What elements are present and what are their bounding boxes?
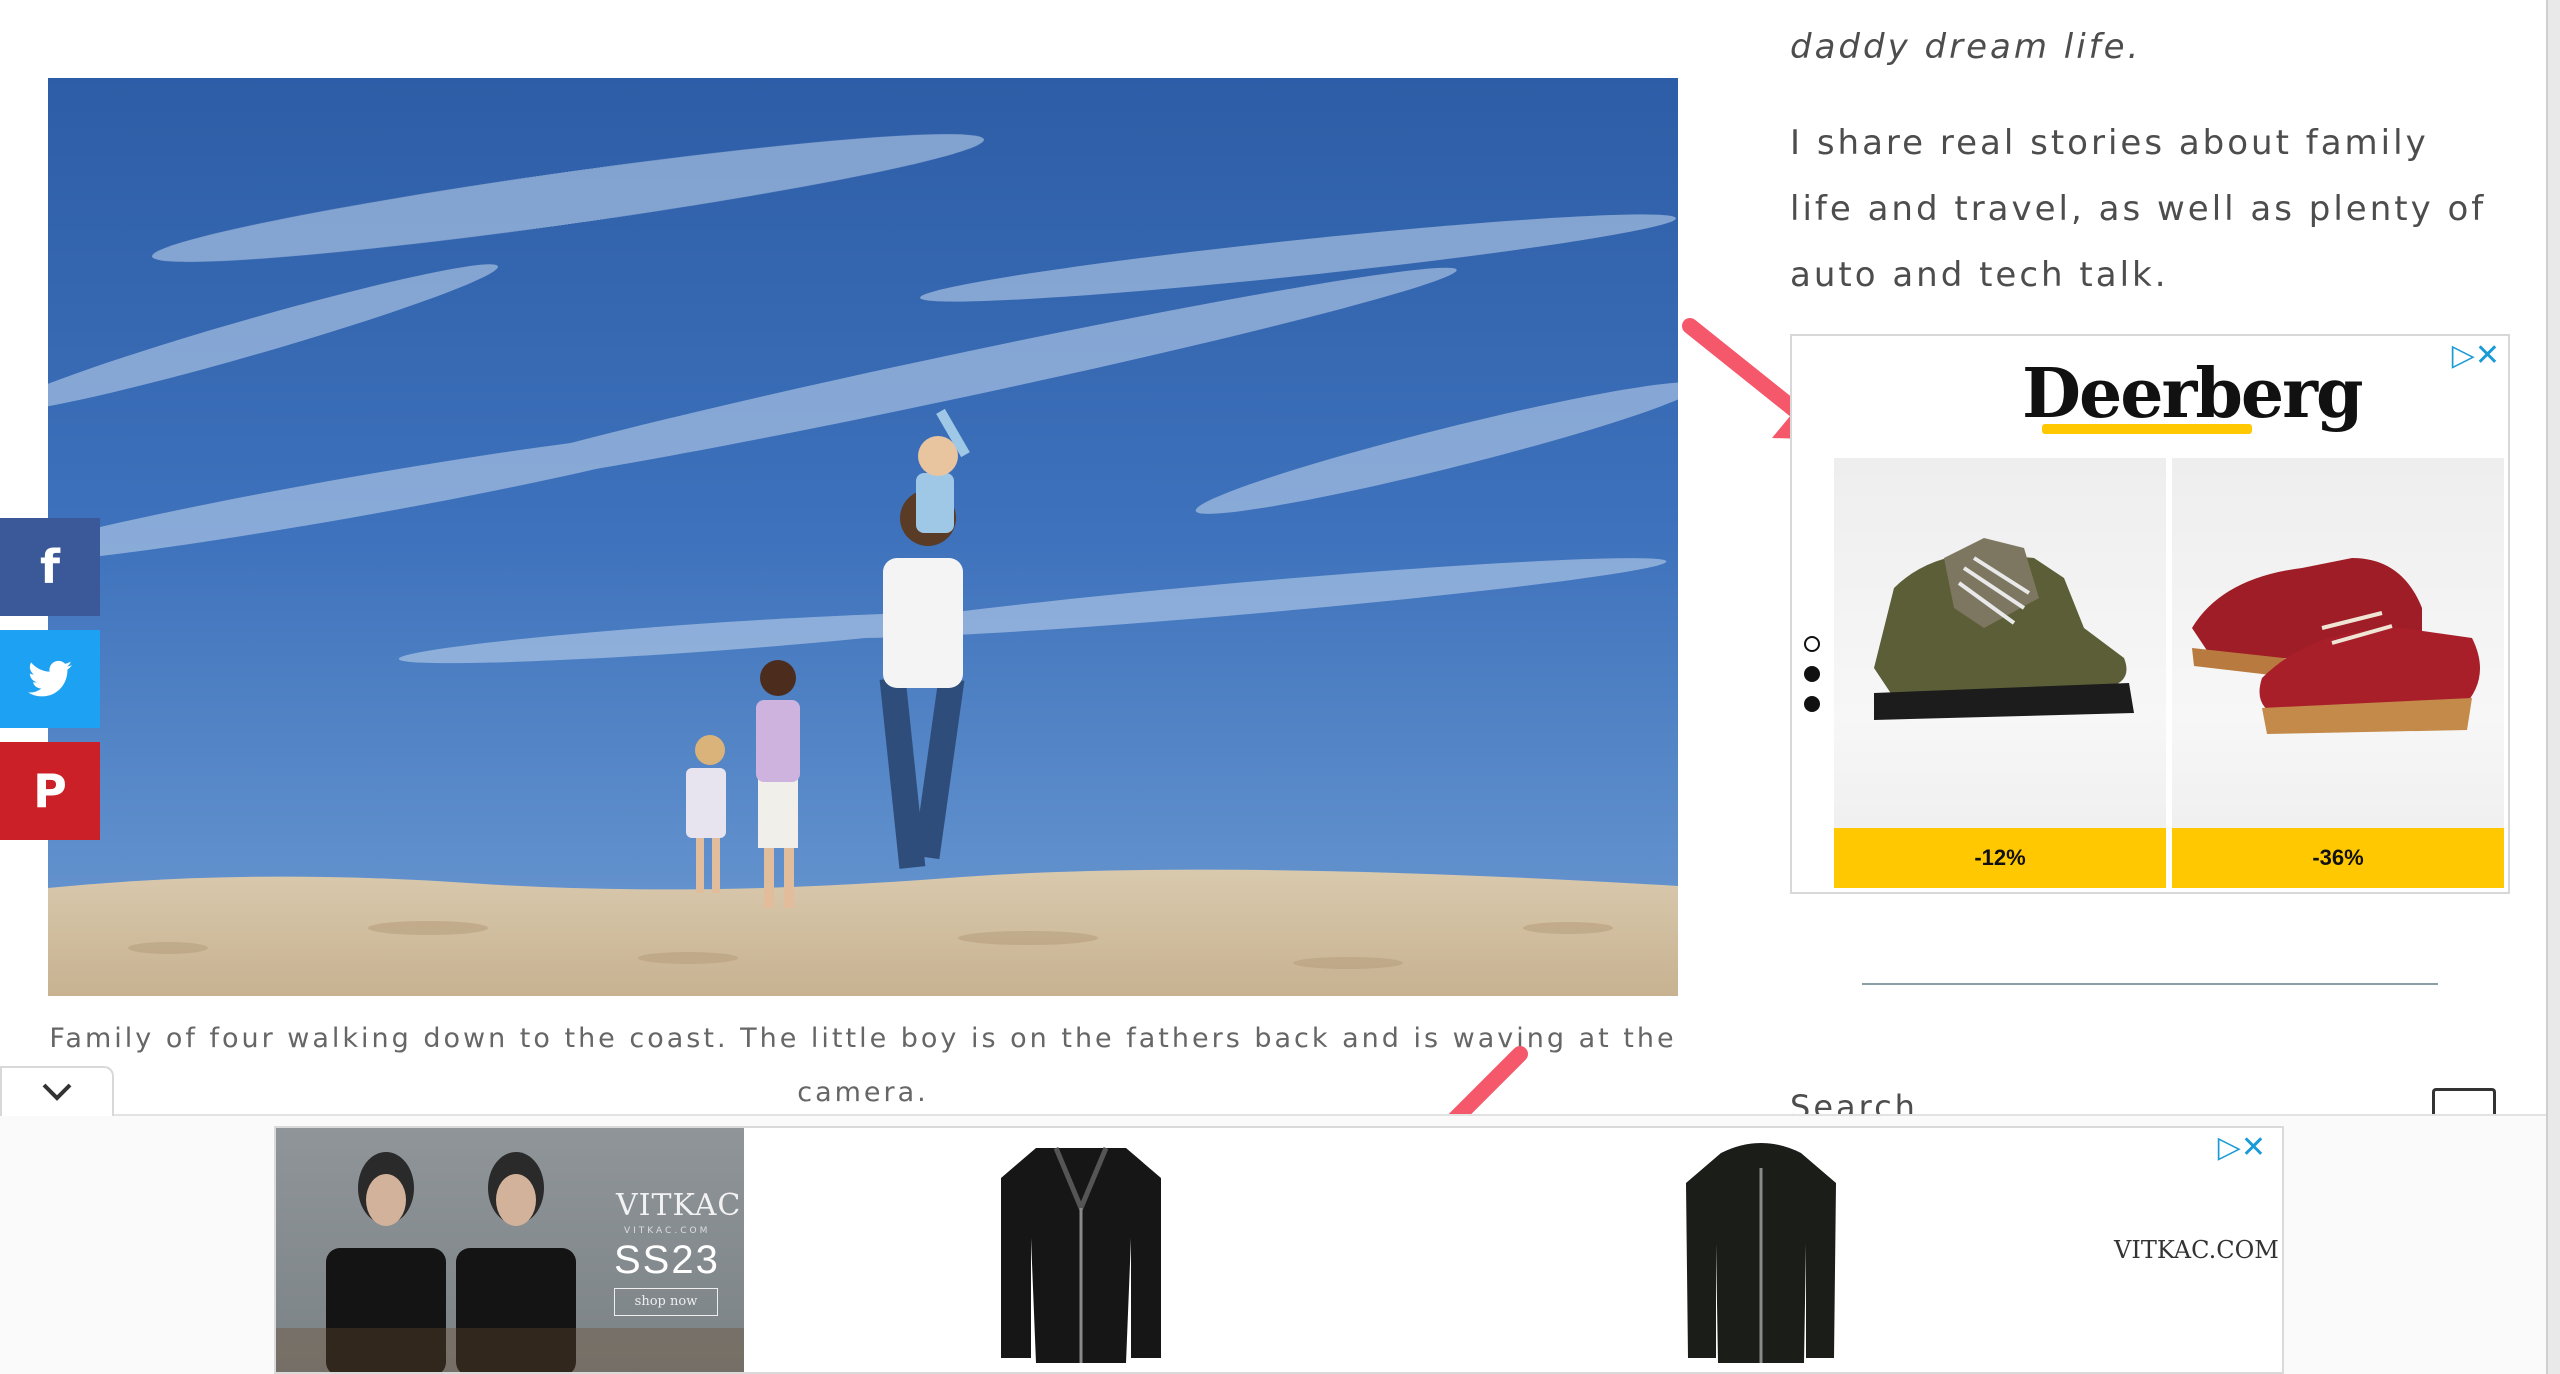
collapse-ad-button[interactable] xyxy=(0,1066,114,1116)
twitter-share-button[interactable] xyxy=(0,630,100,728)
hiking-boot-icon xyxy=(1874,538,2134,720)
carousel-dot[interactable] xyxy=(1804,636,1820,652)
vitkac-logo-sub: VITKAC.COM xyxy=(624,1226,711,1236)
hero-image xyxy=(48,78,1678,996)
facebook-share-button[interactable]: f xyxy=(0,518,100,616)
deerberg-ad[interactable]: Deerberg ▷✕ -12% -36% xyxy=(1790,334,2510,894)
vitkac-ad[interactable]: VITKAC VITKAC.COM SS23 shop now VITKAC.C… xyxy=(274,1126,2284,1374)
discount-label[interactable]: -36% xyxy=(2172,828,2504,888)
vitkac-url[interactable]: VITKAC.COM xyxy=(2114,1236,2279,1264)
facebook-icon: f xyxy=(39,540,60,594)
deerberg-logo[interactable]: Deerberg xyxy=(2022,354,2364,434)
shop-now-button[interactable]: shop now xyxy=(614,1288,718,1316)
vitkac-logo: VITKAC xyxy=(616,1188,742,1223)
pinterest-icon: P xyxy=(33,764,67,818)
carousel-dots[interactable] xyxy=(1804,636,1820,726)
sidebar-divider xyxy=(1862,983,2438,985)
leather-jacket-icon xyxy=(1001,1147,1161,1363)
adchoices-close-icon[interactable]: ▷✕ xyxy=(2218,1130,2266,1165)
adchoices-close-icon[interactable]: ▷✕ xyxy=(2452,338,2500,373)
red-shoe-icon xyxy=(2192,558,2480,734)
carousel-dot[interactable] xyxy=(1804,696,1820,712)
twitter-icon xyxy=(28,660,72,697)
carousel-dot[interactable] xyxy=(1804,666,1820,682)
product-card-boot[interactable]: -12% xyxy=(1834,458,2166,888)
author-intro: daddy dream life. I share real stories a… xyxy=(1790,14,2490,308)
scrollbar[interactable] xyxy=(2546,0,2560,1374)
intro-body: I share real stories about family life a… xyxy=(1790,123,2487,295)
discount-label[interactable]: -12% xyxy=(1834,828,2166,888)
product-card-shoe[interactable]: -36% xyxy=(2172,458,2504,888)
hooded-jacket-icon xyxy=(1686,1143,1836,1363)
chevron-down-icon xyxy=(42,1083,72,1101)
ad-models-photo: VITKAC VITKAC.COM SS23 shop now xyxy=(276,1128,744,1372)
intro-italic: daddy dream life. xyxy=(1790,27,2142,67)
season-label: SS23 xyxy=(614,1238,720,1282)
brand-underline xyxy=(2042,424,2252,434)
pinterest-share-button[interactable]: P xyxy=(0,742,100,840)
